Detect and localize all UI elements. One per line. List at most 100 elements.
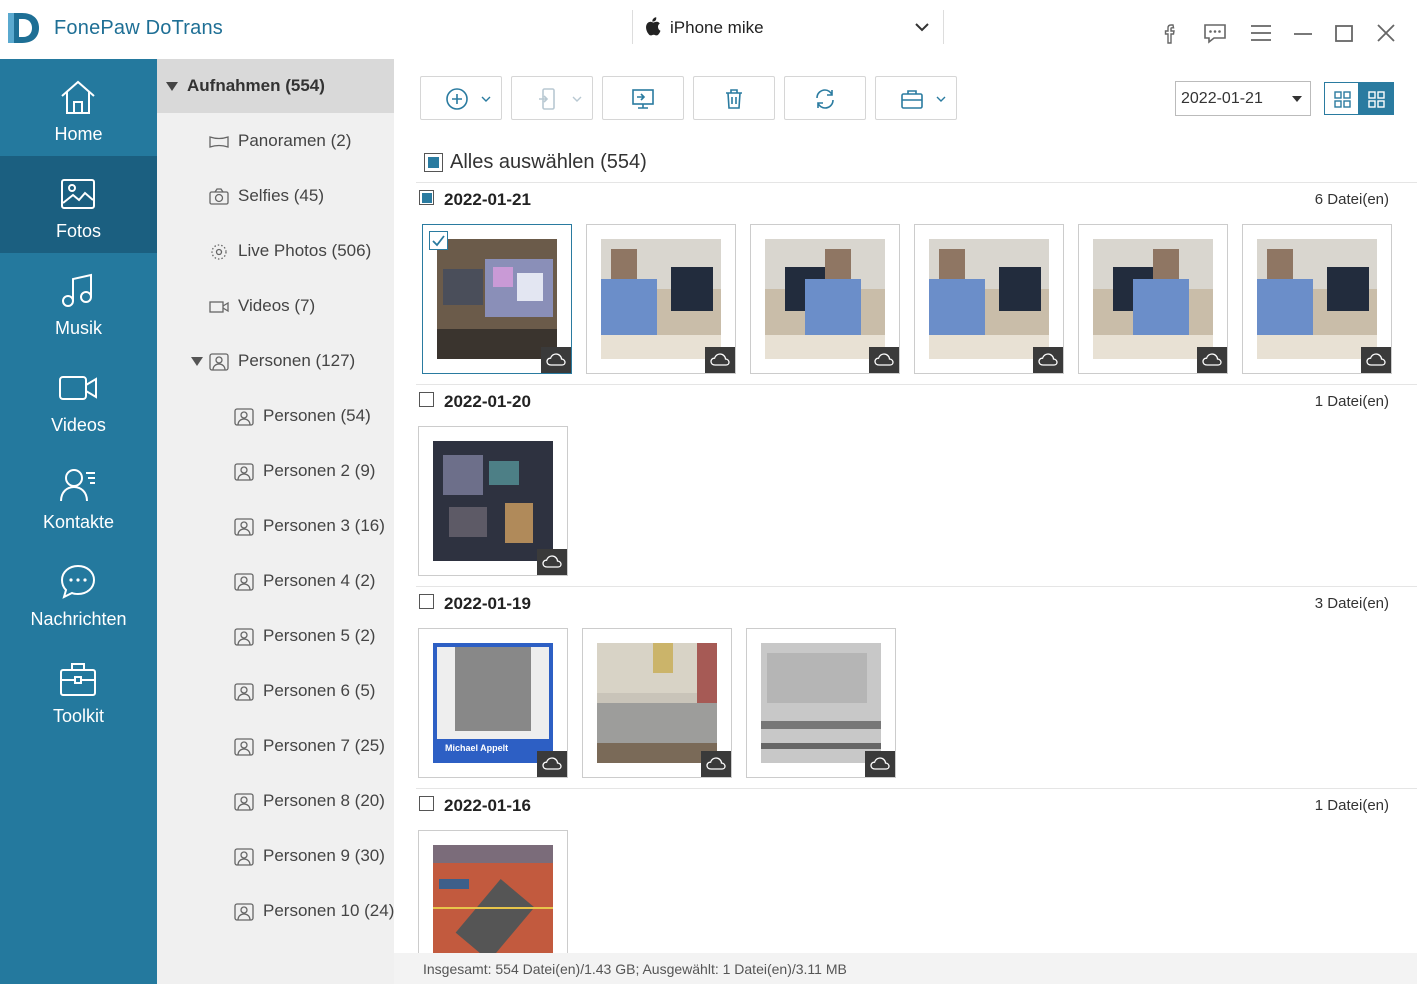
sidebar-item-musik[interactable]: Musik	[0, 253, 157, 350]
sidebar: Home Fotos Musik Videos Kontakte Nachric…	[0, 59, 157, 984]
album-item[interactable]: Personen (127)	[157, 334, 394, 389]
photo-image	[437, 239, 557, 359]
small-grid-view-button[interactable]	[1324, 82, 1360, 115]
panorama-icon	[209, 136, 229, 148]
close-icon[interactable]	[1373, 20, 1399, 46]
album-root-aufnahmen[interactable]: Aufnahmen (554)	[157, 59, 394, 113]
sidebar-item-toolkit[interactable]: Toolkit	[0, 641, 157, 738]
photo-image	[433, 441, 553, 561]
video-icon	[209, 301, 229, 313]
cloud-icon	[710, 353, 730, 366]
small-grid-icon	[1334, 91, 1351, 108]
photo-thumbnail[interactable]: Michael Appelt	[418, 628, 568, 778]
album-item[interactable]: Personen 7 (25)	[157, 719, 394, 774]
photo-thumbnail[interactable]	[746, 628, 896, 778]
album-item[interactable]: Personen 4 (2)	[157, 554, 394, 609]
group-checkbox[interactable]	[419, 594, 434, 609]
album-item-label: Selfies (45)	[238, 186, 324, 205]
photo-checkbox[interactable]	[429, 231, 448, 250]
cloud-icon	[874, 353, 894, 366]
photo-content-area: Alles auswählen (554) 2022-01-21 6 Datei(…	[394, 139, 1417, 953]
album-item[interactable]: Personen (54)	[157, 389, 394, 444]
cloud-icon	[870, 757, 890, 770]
divider	[416, 586, 1417, 587]
sidebar-item-kontakte[interactable]: Kontakte	[0, 447, 157, 544]
group-checkbox[interactable]	[419, 796, 434, 811]
photo-thumbnail[interactable]	[750, 224, 900, 374]
cloud-icon	[1202, 353, 1222, 366]
toolbox-button[interactable]	[875, 76, 957, 120]
icloud-badge	[705, 347, 735, 373]
photo-thumbnail[interactable]	[418, 426, 568, 576]
date-filter-select[interactable]: 2022-01-21	[1175, 81, 1311, 116]
group-checkbox[interactable]	[419, 392, 434, 407]
album-item[interactable]: Videos (7)	[157, 279, 394, 334]
cloud-icon	[1038, 353, 1058, 366]
photo-thumbnail[interactable]	[418, 830, 568, 953]
delete-button[interactable]	[693, 76, 775, 120]
convert-button[interactable]	[784, 76, 866, 120]
cloud-icon	[546, 353, 566, 366]
chevron-down-icon	[936, 96, 946, 102]
album-item-label: Personen 3 (16)	[263, 516, 385, 535]
icloud-badge	[537, 751, 567, 777]
photo-thumbnail[interactable]	[1242, 224, 1392, 374]
album-item[interactable]: Personen 8 (20)	[157, 774, 394, 829]
select-all-checkbox[interactable]	[424, 153, 443, 172]
album-tree: Aufnahmen (554) Panoramen (2) Selfies (45…	[157, 59, 394, 984]
album-item[interactable]: Personen 5 (2)	[157, 609, 394, 664]
sidebar-item-nachrichten[interactable]: Nachrichten	[0, 544, 157, 641]
feedback-icon[interactable]	[1202, 20, 1228, 46]
photo-thumbnail[interactable]	[586, 224, 736, 374]
minimize-icon[interactable]	[1290, 20, 1316, 46]
album-item[interactable]: Personen 9 (30)	[157, 829, 394, 884]
album-item-label: Personen 9 (30)	[263, 846, 385, 865]
sidebar-item-label: Home	[54, 124, 103, 144]
album-item[interactable]: Personen 6 (5)	[157, 664, 394, 719]
collapse-triangle-icon[interactable]	[191, 357, 203, 367]
group-file-count: 3 Datei(en)	[1314, 595, 1389, 612]
add-button[interactable]	[420, 76, 502, 120]
photo-thumbnail[interactable]	[422, 224, 572, 374]
album-item[interactable]: Live Photos (506)	[157, 224, 394, 279]
chevron-down-icon[interactable]	[913, 20, 931, 34]
sidebar-item-videos[interactable]: Videos	[0, 350, 157, 447]
album-item-label: Personen 4 (2)	[263, 571, 376, 590]
sidebar-item-home[interactable]: Home	[0, 59, 157, 156]
album-item[interactable]: Panoramen (2)	[157, 114, 394, 169]
large-grid-view-button[interactable]	[1358, 82, 1394, 115]
export-to-pc-button[interactable]	[602, 76, 684, 120]
menu-icon[interactable]	[1248, 20, 1274, 46]
collapse-triangle-icon[interactable]	[166, 82, 178, 92]
group-date: 2022-01-16	[444, 796, 531, 815]
icloud-badge	[537, 549, 567, 575]
group-checkbox[interactable]	[419, 190, 434, 205]
check-icon	[432, 235, 445, 247]
device-selector[interactable]: iPhone mike	[632, 10, 944, 44]
icloud-badge	[1197, 347, 1227, 373]
person-album-icon	[234, 628, 254, 646]
icloud-badge	[541, 347, 571, 373]
album-item[interactable]: Personen 3 (16)	[157, 499, 394, 554]
sidebar-item-fotos[interactable]: Fotos	[0, 156, 157, 253]
facebook-icon[interactable]	[1158, 20, 1184, 46]
photo-thumbnail[interactable]	[582, 628, 732, 778]
album-item[interactable]: Personen 10 (24)	[157, 884, 394, 939]
album-item[interactable]: Personen 2 (9)	[157, 444, 394, 499]
album-item[interactable]: Selfies (45)	[157, 169, 394, 224]
photo-caption: Michael Appelt	[445, 743, 509, 753]
album-item-label: Personen (54)	[263, 406, 371, 425]
photo-thumbnail[interactable]	[914, 224, 1064, 374]
icloud-badge	[1361, 347, 1391, 373]
status-text: Insgesamt: 554 Datei(en)/1.43 GB; Ausgew…	[423, 961, 847, 977]
toolbox-icon	[901, 90, 923, 109]
live-photo-icon	[211, 244, 227, 260]
toolbox-icon	[60, 663, 96, 696]
export-to-device-button[interactable]	[511, 76, 593, 120]
chevron-down-icon	[572, 96, 582, 102]
icloud-badge	[1033, 347, 1063, 373]
sidebar-item-label: Videos	[51, 415, 106, 435]
photo-thumbnail[interactable]	[1078, 224, 1228, 374]
maximize-icon[interactable]	[1331, 20, 1357, 46]
album-root-label: Aufnahmen (554)	[187, 76, 325, 95]
